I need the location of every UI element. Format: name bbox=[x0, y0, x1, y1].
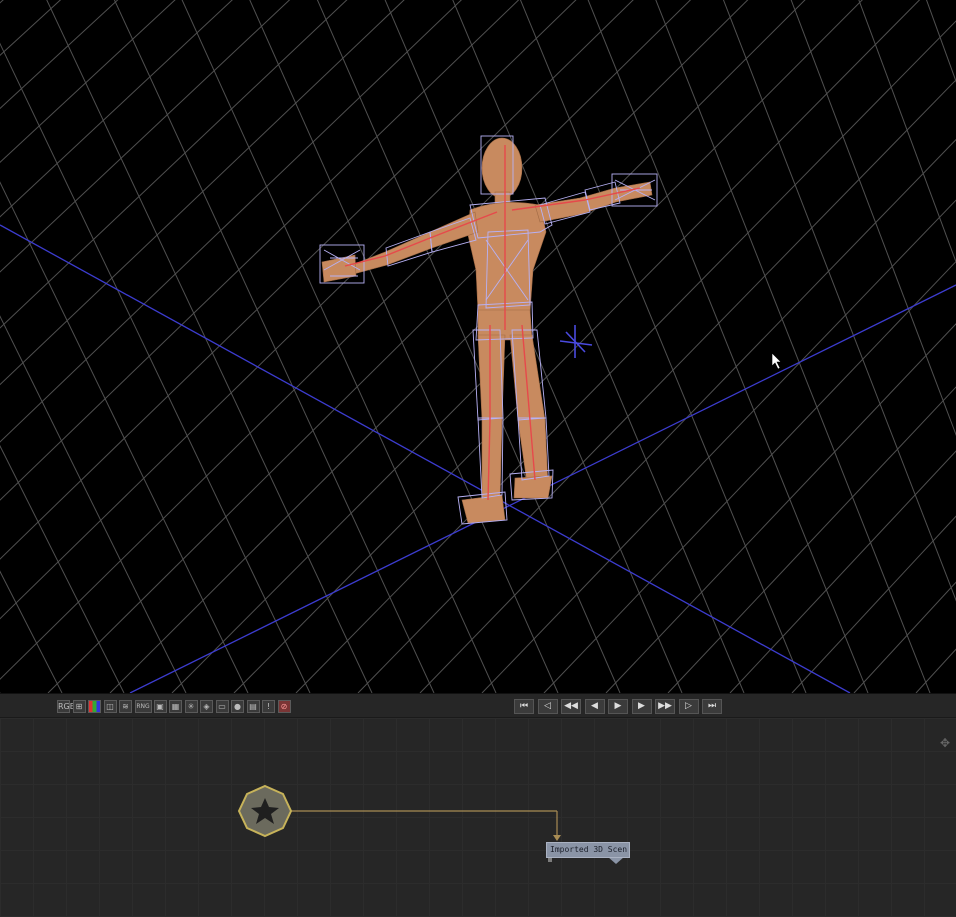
x-axis-line bbox=[0, 224, 851, 693]
grid-line bbox=[0, 444, 125, 693]
cube-icon[interactable]: ◫ bbox=[103, 700, 117, 713]
grid-line bbox=[481, 199, 956, 693]
grid-line bbox=[0, 0, 348, 329]
grid-line bbox=[790, 0, 956, 437]
grid-line bbox=[0, 0, 119, 110]
scene-locator-icon[interactable] bbox=[559, 325, 593, 358]
flow-canvas[interactable] bbox=[0, 718, 956, 917]
layers-icon[interactable]: ≋ bbox=[119, 700, 132, 713]
next-key-icon[interactable]: ▷ bbox=[678, 699, 699, 714]
grid-line bbox=[249, 0, 559, 693]
grid-line bbox=[667, 386, 956, 693]
grid-line bbox=[295, 20, 956, 693]
step-back-icon[interactable]: ◀ bbox=[584, 699, 605, 714]
camera-icon[interactable]: ▭ bbox=[215, 700, 229, 713]
grid-line bbox=[0, 0, 405, 386]
light-icon[interactable]: ✳ bbox=[184, 700, 198, 713]
imported-3d-scene-node[interactable]: Imported 3D Scen... bbox=[546, 842, 630, 858]
viewer-toolbar: RGB ⊞ ◫ ≋ RNG ▣ ▦ ✳ ◈ ▭ ● ▤! ⊘ ⏮ ◁ ◀◀ ◀ ▶ ▶ ▶▶ ▷ ⏭ bbox=[0, 693, 956, 718]
lut-icon[interactable]: RGB bbox=[57, 700, 75, 713]
sphere-icon[interactable]: ● bbox=[231, 700, 244, 713]
grid-line bbox=[0, 0, 462, 443]
node-output-arrow-icon bbox=[608, 857, 624, 864]
play-icon[interactable]: ▶ bbox=[608, 699, 628, 714]
grid-line bbox=[0, 181, 249, 693]
grid-line bbox=[0, 0, 291, 273]
navigator-icon[interactable]: ✥ bbox=[940, 736, 954, 750]
grid-line bbox=[0, 42, 311, 693]
flow-node-editor[interactable]: Imported 3D Scen... ✥ bbox=[0, 718, 956, 917]
fbx-node[interactable] bbox=[237, 784, 293, 838]
grid-icon[interactable]: ⊞ bbox=[72, 700, 86, 713]
grid-line bbox=[113, 0, 435, 693]
prev-key-icon[interactable]: ◁ bbox=[537, 699, 558, 714]
color-icon[interactable] bbox=[88, 700, 101, 713]
fast-forward-icon[interactable]: ▶▶ bbox=[655, 699, 675, 714]
go-to-start-icon[interactable]: ⏮ bbox=[514, 699, 534, 714]
grid-line bbox=[0, 0, 520, 501]
grid-line bbox=[0, 0, 692, 680]
stop-icon[interactable]: ⊘ bbox=[277, 700, 291, 713]
grid-line bbox=[655, 0, 931, 693]
grid-line bbox=[519, 0, 807, 693]
grid-line bbox=[587, 0, 869, 693]
rewind-icon[interactable]: ◀◀ bbox=[561, 699, 581, 714]
shape-icon[interactable]: ◈ bbox=[200, 700, 213, 713]
grid-line bbox=[605, 323, 956, 693]
mouse-cursor-icon bbox=[771, 352, 782, 370]
info-icon[interactable]: ! bbox=[262, 700, 275, 713]
grid-line bbox=[0, 0, 233, 218]
grid-line bbox=[233, 0, 921, 693]
grid-line bbox=[853, 581, 956, 693]
go-to-end-icon[interactable]: ⏭ bbox=[702, 699, 722, 714]
frame-icon[interactable]: ▣ bbox=[153, 700, 167, 713]
grid-line bbox=[0, 0, 62, 56]
ground-grid bbox=[0, 0, 956, 693]
3d-viewport[interactable] bbox=[0, 0, 956, 693]
character-figure[interactable] bbox=[319, 135, 658, 525]
grid-line bbox=[0, 315, 187, 693]
grid-line bbox=[858, 0, 956, 264]
node-input-dot bbox=[548, 858, 552, 862]
grid-line bbox=[357, 79, 956, 693]
grid-3d-icon[interactable]: ▦ bbox=[169, 700, 182, 713]
rng-icon[interactable]: RNG bbox=[134, 700, 152, 713]
connection-arrow-icon bbox=[553, 835, 561, 841]
viewport-canvas[interactable] bbox=[0, 0, 956, 693]
display-icon[interactable]: ▤ bbox=[246, 700, 260, 713]
grid-line bbox=[0, 0, 176, 163]
grid-line bbox=[543, 260, 956, 693]
step-forward-icon[interactable]: ▶ bbox=[631, 699, 652, 714]
